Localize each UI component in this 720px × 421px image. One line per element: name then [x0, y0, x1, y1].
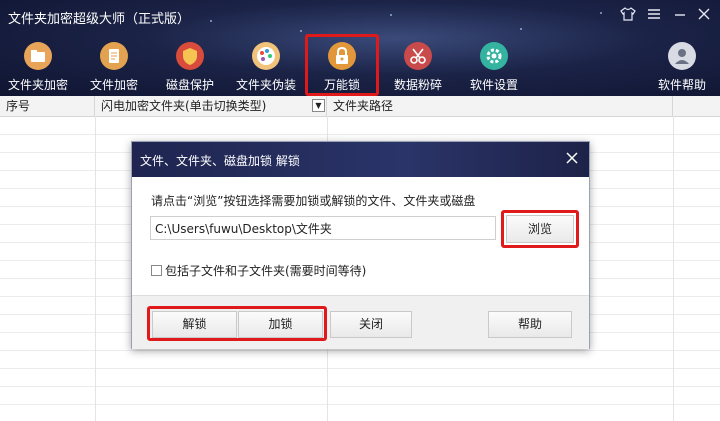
tool-folder-disguise-button[interactable]: 文件夹伪装	[226, 40, 306, 94]
row-divider	[0, 386, 720, 387]
background-star	[390, 14, 392, 16]
close-icon[interactable]	[562, 150, 582, 170]
palette-icon	[252, 42, 280, 70]
tool-label: 文件夹加密	[7, 78, 68, 92]
minimize-icon[interactable]	[670, 6, 690, 26]
include-subfolders-label: 包括子文件和子文件夹(需要时间等待)	[165, 264, 367, 278]
dialog-hint: 请点击“浏览”按钮选择需要加锁或解锁的文件、文件夹或磁盘	[151, 194, 476, 208]
column-divider	[95, 116, 96, 421]
background-star	[520, 28, 522, 30]
dialog-titlebar: 文件、文件夹、磁盘加锁 解锁	[132, 142, 589, 177]
column-header-path[interactable]: 文件夹路径	[327, 96, 673, 116]
column-header-encrypt-type[interactable]: 闪电加密文件夹(单击切换类型)	[95, 96, 327, 116]
tool-help-button[interactable]: 软件帮助	[642, 40, 720, 94]
column-divider	[673, 116, 674, 421]
row-divider	[0, 368, 720, 369]
column-header-index[interactable]: 序号	[0, 96, 95, 116]
highlight-universal-lock	[305, 34, 379, 96]
background-star	[300, 30, 302, 32]
help-button[interactable]: 帮助	[488, 311, 572, 338]
document-icon	[100, 42, 128, 70]
tool-label: 软件帮助	[657, 78, 706, 92]
skin-icon[interactable]	[618, 6, 638, 26]
row-divider	[0, 404, 720, 405]
shield-icon	[176, 42, 204, 70]
tool-data-shred-button[interactable]: 数据粉碎	[378, 40, 458, 94]
tool-disk-protect-button[interactable]: 磁盘保护	[150, 40, 230, 94]
table-header: 序号 闪电加密文件夹(单击切换类型) ▼ 文件夹路径	[0, 96, 720, 117]
tool-settings-button[interactable]: 软件设置	[454, 40, 534, 94]
lock-unlock-dialog: 文件、文件夹、磁盘加锁 解锁 请点击“浏览”按钮选择需要加锁或解锁的文件、文件夹…	[131, 141, 590, 349]
tool-label: 磁盘保护	[165, 78, 214, 92]
highlight-browse	[501, 210, 579, 248]
row-divider	[0, 134, 720, 135]
path-input[interactable]	[150, 216, 496, 240]
menu-icon[interactable]	[644, 6, 664, 26]
tool-label: 软件设置	[469, 78, 518, 92]
close-window-icon[interactable]	[694, 6, 714, 26]
app-window: 文件夹加密超级大师（正式版） 文件夹加密 文件加密 磁盘保护 文件夹伪装 万能锁…	[0, 0, 720, 421]
chevron-down-icon[interactable]: ▼	[312, 99, 325, 112]
tool-label: 文件加密	[89, 78, 138, 92]
user-icon	[668, 42, 696, 70]
window-title: 文件夹加密超级大师（正式版）	[8, 12, 191, 27]
background-star	[600, 12, 602, 14]
tool-file-encrypt-button[interactable]: 文件加密	[74, 40, 154, 94]
include-subfolders-checkbox[interactable]	[151, 265, 162, 276]
header-bar: 文件夹加密超级大师（正式版） 文件夹加密 文件加密 磁盘保护 文件夹伪装 万能锁…	[0, 0, 720, 96]
dialog-title: 文件、文件夹、磁盘加锁 解锁	[140, 154, 300, 168]
close-button[interactable]: 关闭	[330, 311, 412, 338]
tool-folder-encrypt-button[interactable]: 文件夹加密	[0, 40, 78, 94]
row-divider	[0, 350, 720, 351]
gear-icon	[480, 42, 508, 70]
tool-label: 数据粉碎	[393, 78, 442, 92]
background-star	[210, 20, 212, 22]
tool-label: 文件夹伪装	[235, 78, 296, 92]
highlight-lock-unlock	[147, 306, 327, 341]
folder-icon	[24, 42, 52, 70]
scissors-icon	[404, 42, 432, 70]
